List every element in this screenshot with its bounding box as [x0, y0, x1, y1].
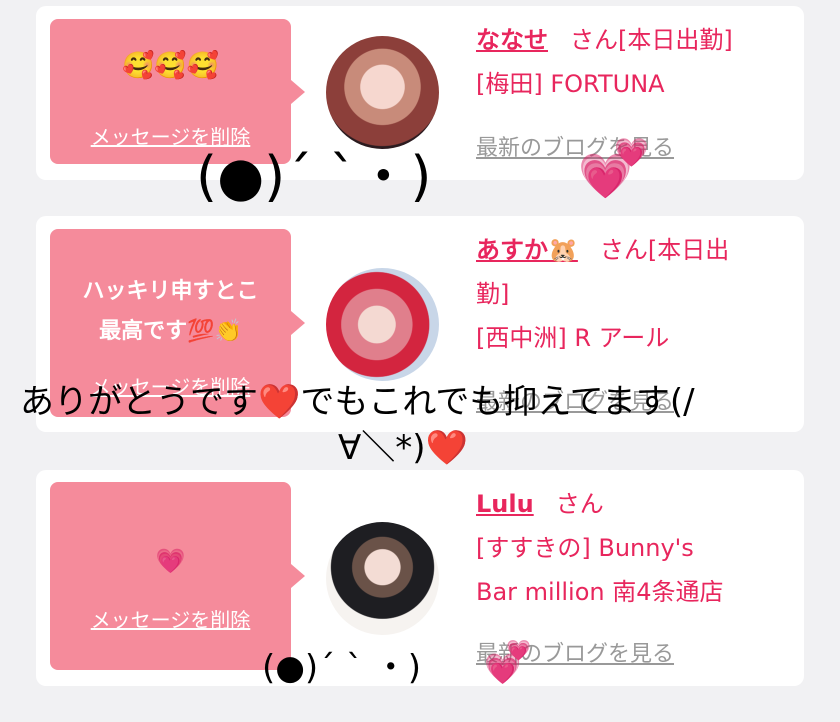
thanks-overlay-line-1: ありがとうです❤️でもこれでも抑えてます(/ [20, 382, 695, 422]
delete-message-link[interactable]: メッセージを削除 [50, 604, 291, 633]
shop-name-line-2: Bar million 南4条通店 [476, 578, 724, 606]
cast-suffix: さん [555, 490, 604, 518]
shop-name: [梅田] FORTUNA [476, 70, 665, 98]
kaomoji-overlay-top: (●)´ `・) [196, 145, 432, 208]
cast-name-link[interactable]: ななせ [476, 26, 548, 54]
shop-name-line-1: [すすきの] Bunny's [476, 534, 694, 562]
cast-name-link[interactable]: Lulu [476, 490, 534, 518]
cast-suffix-line-2: 勤] [476, 280, 510, 308]
message-text: 💗 [155, 547, 186, 575]
cast-info: ななせ さん[本日出勤] [梅田] FORTUNA [476, 18, 796, 106]
cast-name-link[interactable]: あすか🐹 [476, 236, 578, 264]
avatar[interactable] [326, 268, 439, 381]
message-text-line-1: ハッキリ申すとこ [82, 279, 259, 304]
cast-suffix: さん[本日出 [599, 236, 730, 264]
message-text-line-2: 最高です💯👏 [99, 319, 242, 344]
cast-info: あすか🐹 さん[本日出 勤] [西中洲] R アール [476, 228, 796, 360]
avatar[interactable] [326, 522, 439, 635]
shop-name: [西中洲] R アール [476, 324, 670, 352]
heart-icon: 💗 [614, 136, 649, 169]
kaomoji-overlay-bottom: (●)´ ` ・) [262, 648, 422, 688]
thanks-overlay-line-2: ∀＼*)❤️ [338, 428, 468, 468]
cast-suffix: さん[本日出勤] [570, 26, 733, 54]
message-text: 🥰🥰🥰 [121, 51, 220, 81]
cast-info: Lulu さん [すすきの] Bunny's Bar million 南4条通店 [476, 482, 796, 614]
message-bubble: 💗 メッセージを削除 [50, 482, 305, 670]
heart-icon: 💗 [506, 638, 531, 662]
